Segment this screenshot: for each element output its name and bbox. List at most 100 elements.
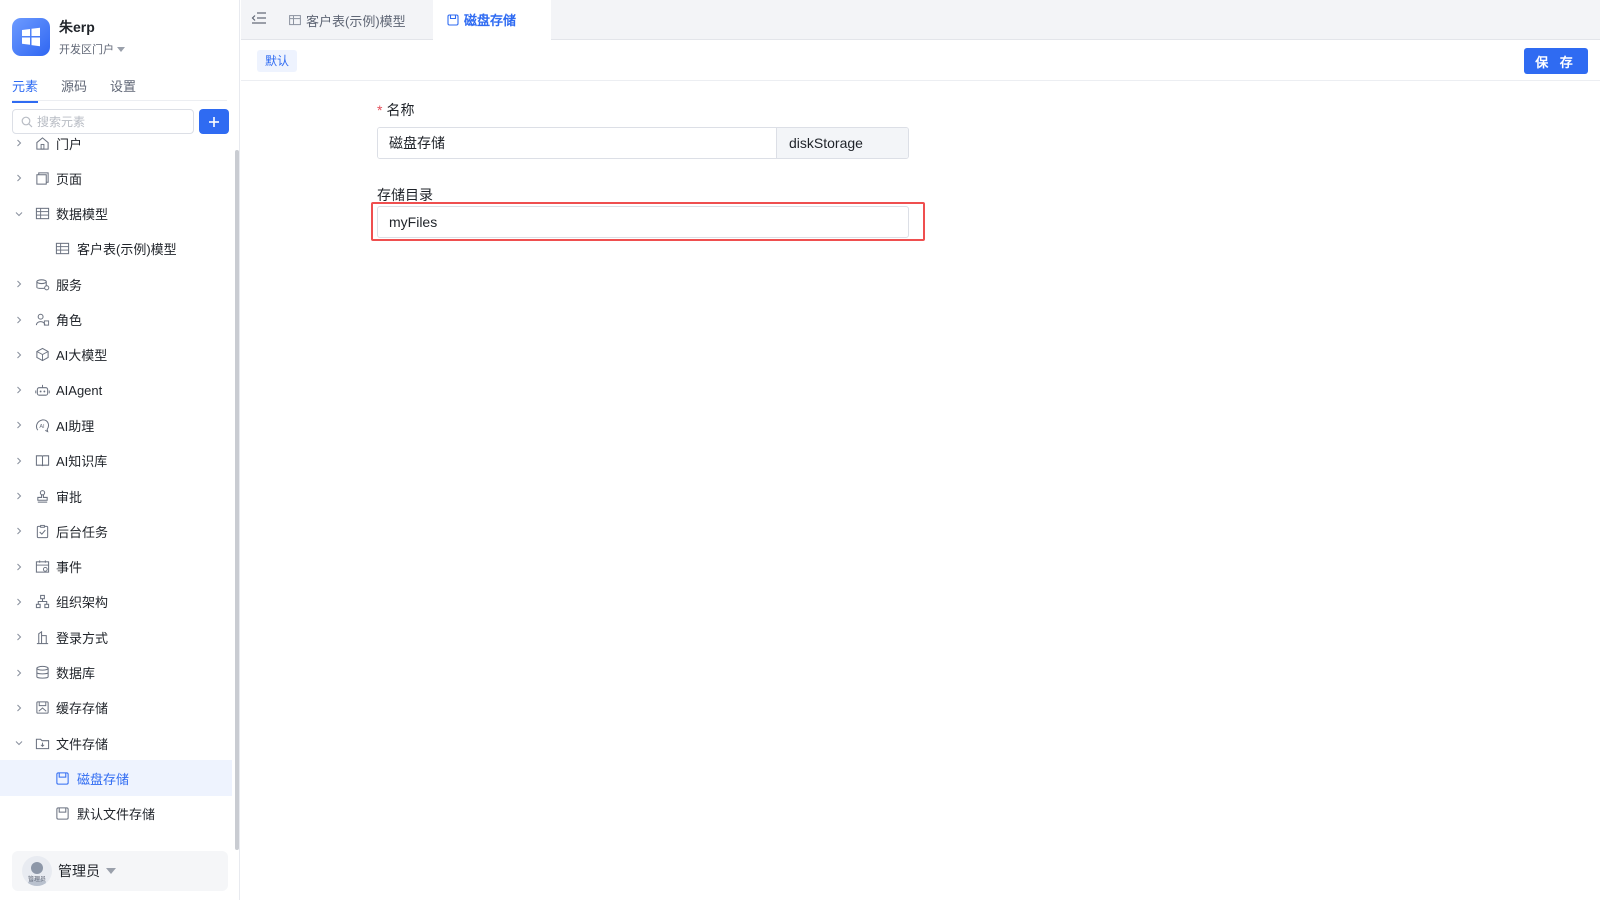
tree-item-label: 文件存储 (56, 736, 109, 752)
tree-item[interactable]: 文件存储 (0, 725, 232, 761)
tree-item[interactable]: 登录方式 (0, 619, 232, 655)
collapse-sidebar-icon[interactable] (251, 10, 267, 26)
tree-item[interactable]: 默认文件存储 (0, 796, 232, 832)
sidebar-tabs: 元素 源码 设置 (12, 76, 136, 103)
tree-item[interactable]: 门户 (0, 128, 232, 161)
name-label: 名称 (386, 102, 415, 118)
tab-elements[interactable]: 元素 (12, 76, 39, 103)
robot-icon (34, 382, 50, 398)
name-field-group: diskStorage (377, 127, 909, 159)
chevron-right-icon[interactable] (14, 562, 24, 572)
tree-item-label: 事件 (56, 560, 83, 576)
stamp-icon (34, 488, 50, 504)
chevron-right-icon[interactable] (14, 138, 24, 148)
disk-icon (54, 806, 70, 822)
tab-customer-model[interactable]: 客户表(示例)模型 (275, 0, 420, 40)
tree-item-label: AI大模型 (56, 348, 108, 364)
portal-name: 开发区门户 (59, 44, 114, 56)
chevron-right-icon[interactable] (14, 703, 24, 713)
table-icon (34, 206, 50, 222)
tree-item-label: 数据模型 (56, 207, 109, 223)
chevron-right-icon[interactable] (14, 385, 24, 395)
default-chip[interactable]: 默认 (257, 50, 298, 72)
sidebar: 朱erp 开发区门户 元素 源码 设置 门户页面数据模型客户表(示例)模型服 (0, 0, 240, 900)
portal-selector[interactable]: 开发区门户 (59, 41, 125, 57)
tree-item[interactable]: 页面 (0, 160, 232, 196)
tree-item[interactable]: 缓存存储 (0, 690, 232, 726)
caret-down-icon (106, 868, 116, 874)
tree-item[interactable]: 磁盘存储 (0, 760, 232, 797)
cache-icon (34, 700, 50, 716)
name-label-row: * 名称 (377, 100, 909, 120)
sidebar-scrollbar[interactable] (235, 150, 239, 850)
chevron-right-icon[interactable] (14, 279, 24, 289)
element-tree: 门户 页面 数据模型 客户表(示例)模型 服务 角色 AI大模型 AIAgent AI AI助理 A… (0, 128, 232, 850)
storage-directory-input[interactable] (377, 206, 909, 238)
search-icon (21, 116, 33, 127)
home-icon (34, 135, 50, 151)
tab-source[interactable]: 源码 (61, 76, 87, 103)
table-icon (54, 241, 70, 257)
tabs-divider (12, 100, 227, 101)
app-name: 朱erp (59, 19, 95, 35)
tree-item[interactable]: 审批 (0, 478, 232, 514)
app-logo (12, 18, 50, 56)
tree-item[interactable]: AI大模型 (0, 337, 232, 373)
chevron-down-icon[interactable] (14, 209, 24, 219)
tree-item[interactable]: 服务 (0, 266, 232, 302)
save-button[interactable]: 保 存 (1524, 48, 1588, 74)
user-menu[interactable]: 管理员 管理员 (12, 851, 228, 891)
tree-item[interactable]: 角色 (0, 302, 232, 338)
chevron-right-icon[interactable] (14, 420, 24, 430)
tree-item-label: 组织架构 (56, 595, 109, 611)
chevron-right-icon[interactable] (14, 173, 24, 183)
calendar-icon (34, 559, 50, 575)
org-icon (34, 594, 50, 610)
avatar-text: 管理员 (27, 877, 46, 883)
tree-item[interactable]: 客户表(示例)模型 (0, 231, 232, 267)
search-input[interactable] (37, 114, 187, 129)
tree-item-label: 门户 (56, 136, 83, 152)
tree-item[interactable]: 组织架构 (0, 584, 232, 620)
tab-label: 客户表(示例)模型 (306, 13, 406, 29)
required-mark: * (377, 102, 383, 118)
chevron-right-icon[interactable] (14, 315, 24, 325)
svg-text:AI: AI (39, 424, 45, 430)
chevron-right-icon[interactable] (14, 632, 24, 642)
plus-icon (209, 116, 219, 127)
chevron-right-icon[interactable] (14, 526, 24, 536)
tree-item[interactable]: 后台任务 (0, 513, 232, 549)
cube-icon (34, 347, 50, 363)
disk-icon (54, 770, 70, 786)
tree-item-label: AI助理 (56, 418, 95, 434)
tree-item-label: 客户表(示例)模型 (77, 242, 177, 258)
name-code: diskStorage (776, 128, 908, 158)
tab-disk-storage[interactable]: 磁盘存储 (433, 0, 551, 40)
tree-item[interactable]: 事件 (0, 549, 232, 585)
tree-item-label: 后台任务 (56, 524, 109, 540)
name-input[interactable] (378, 128, 776, 158)
tree-item[interactable]: 数据库 (0, 655, 232, 691)
tree-item[interactable]: AIAgent (0, 372, 232, 408)
chevron-down-icon[interactable] (14, 738, 24, 748)
chevron-right-icon[interactable] (14, 456, 24, 466)
tree-item-label: AIAgent (56, 382, 103, 398)
tab-settings[interactable]: 设置 (110, 76, 136, 103)
app-header: 朱erp 开发区门户 (12, 18, 125, 57)
chevron-right-icon[interactable] (14, 668, 24, 678)
tree-item[interactable]: AI AI助理 (0, 407, 232, 443)
chevron-right-icon[interactable] (14, 491, 24, 501)
database-icon (34, 665, 50, 681)
tree-item[interactable]: 数据模型 (0, 196, 232, 232)
user-name: 管理员 (58, 863, 100, 879)
chevron-right-icon[interactable] (14, 597, 24, 607)
chevron-right-icon[interactable] (14, 350, 24, 360)
tree-item-label: 登录方式 (56, 630, 109, 646)
service-icon (34, 276, 50, 292)
tree-item-label: 服务 (56, 277, 83, 293)
task-icon (34, 523, 50, 539)
tree-item-label: 角色 (56, 313, 83, 328)
tree-item-label: 缓存存储 (56, 701, 109, 717)
login-icon (34, 629, 50, 645)
tree-item[interactable]: AI知识库 (0, 443, 232, 479)
